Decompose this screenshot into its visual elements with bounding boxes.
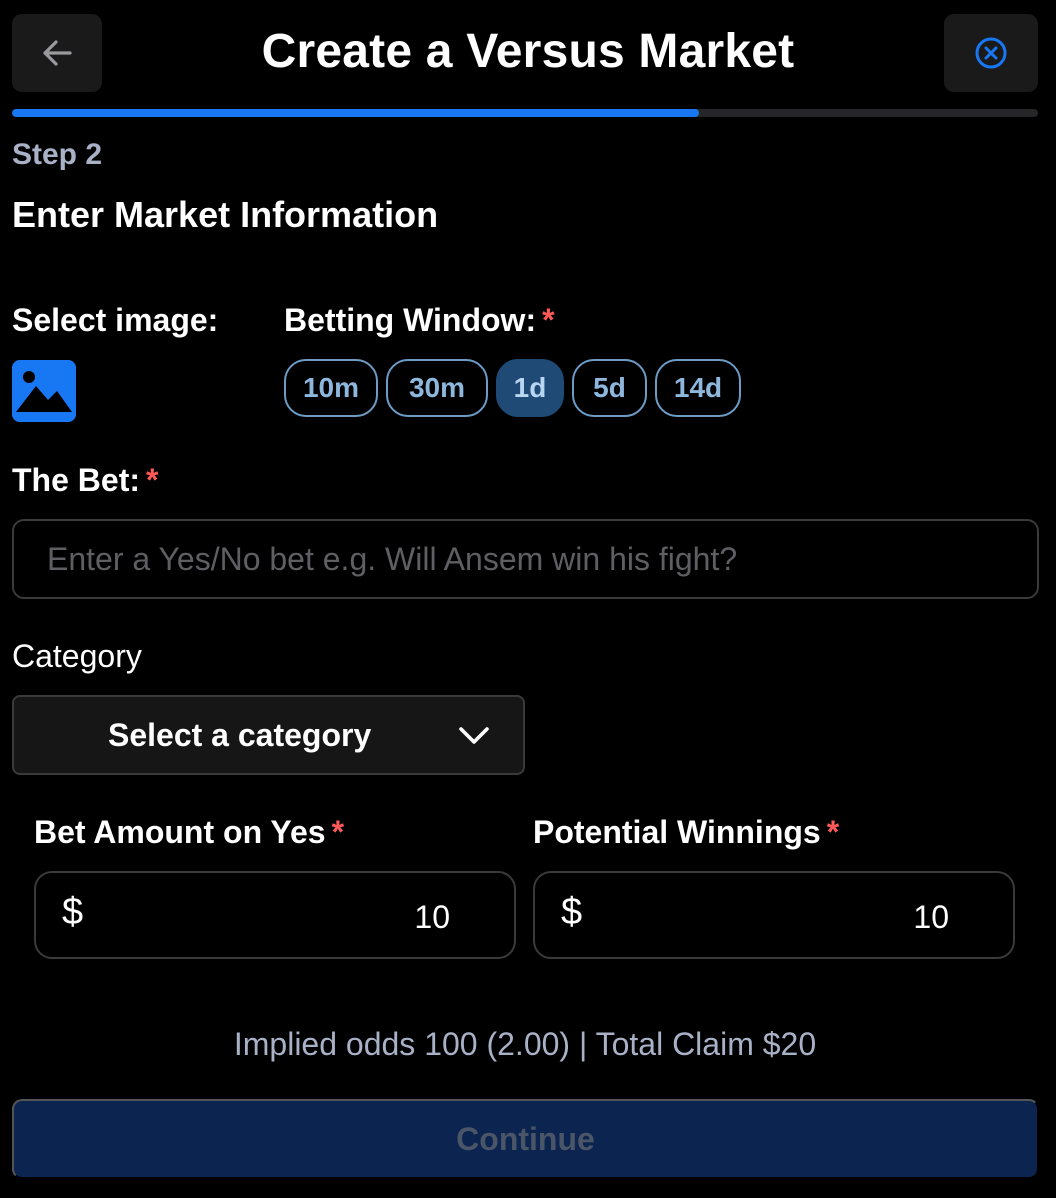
select-image-label-text: Select image: xyxy=(12,302,219,338)
winnings-input[interactable]: $ 10 xyxy=(533,871,1015,959)
progress-bar xyxy=(12,109,1038,117)
required-mark: * xyxy=(331,814,345,850)
window-option-30m[interactable]: 30m xyxy=(386,359,488,417)
progress-fill xyxy=(12,109,700,117)
bet-amount-value: 10 xyxy=(414,899,450,935)
create-market-screen: Create a Versus Market Step 2 Enter Mark… xyxy=(0,0,1056,1198)
required-mark: * xyxy=(826,814,840,850)
betting-window-label-text: Betting Window: xyxy=(284,302,537,338)
image-picker-button[interactable] xyxy=(12,360,76,422)
category-select[interactable]: Select a category xyxy=(12,695,525,775)
required-mark: * xyxy=(146,462,159,498)
betting-window-options: 10m 30m 1d 5d 14d xyxy=(284,359,741,417)
currency-symbol: $ xyxy=(62,891,84,933)
bet-amount-label-text: Bet Amount on Yes xyxy=(34,814,326,850)
bet-input[interactable]: Enter a Yes/No bet e.g. Will Ansem win h… xyxy=(12,519,1039,599)
bet-amount-input[interactable]: $ 10 xyxy=(34,871,516,959)
window-option-1d[interactable]: 1d xyxy=(496,359,564,417)
step-label: Step 2 xyxy=(12,138,103,171)
winnings-label: Potential Winnings * xyxy=(533,814,839,851)
winnings-label-text: Potential Winnings xyxy=(533,814,821,850)
chevron-down-icon xyxy=(459,727,489,744)
required-mark: * xyxy=(542,302,555,338)
step-subtitle: Enter Market Information xyxy=(12,194,439,235)
continue-button[interactable]: Continue xyxy=(12,1099,1039,1179)
betting-window-label: Betting Window: * xyxy=(284,302,555,339)
odds-summary: Implied odds 100 (2.00) | Total Claim $2… xyxy=(233,1026,817,1062)
window-option-5d[interactable]: 5d xyxy=(572,359,647,417)
image-icon xyxy=(12,360,76,422)
category-label: Category xyxy=(12,638,142,674)
currency-symbol: $ xyxy=(561,891,583,933)
circle-x-icon xyxy=(975,37,1007,69)
winnings-value: 10 xyxy=(913,899,949,935)
close-button[interactable] xyxy=(944,14,1038,92)
category-selected-text: Select a category xyxy=(108,716,372,753)
window-option-14d[interactable]: 14d xyxy=(655,359,741,417)
select-image-label: Select image: xyxy=(12,302,218,339)
bet-label-text: The Bet: xyxy=(12,462,140,498)
bet-amount-label: Bet Amount on Yes * xyxy=(34,814,344,851)
bet-label: The Bet: * xyxy=(12,462,158,499)
bet-input-placeholder: Enter a Yes/No bet e.g. Will Ansem win h… xyxy=(47,540,738,577)
window-option-10m[interactable]: 10m xyxy=(284,359,378,417)
page-title: Create a Versus Market xyxy=(261,25,795,78)
